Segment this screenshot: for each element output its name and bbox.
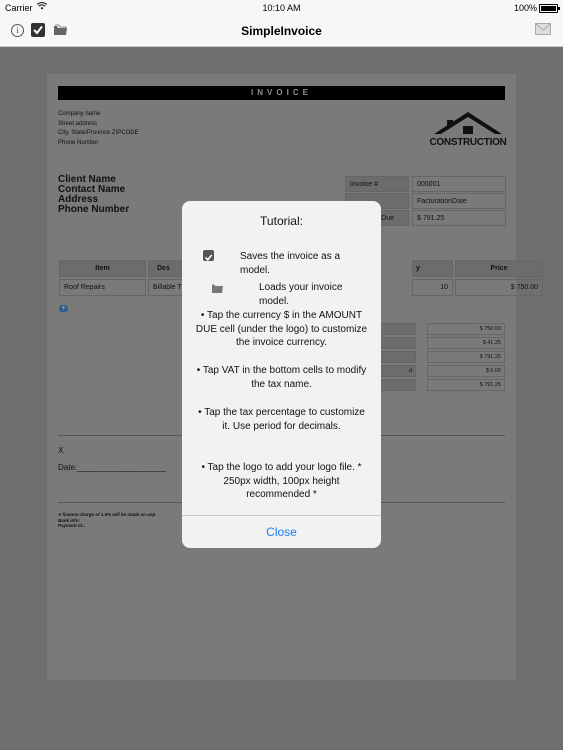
- app-title: SimpleInvoice: [241, 24, 322, 38]
- battery-percent: 100%: [513, 3, 537, 13]
- company-name: Company name: [58, 111, 101, 117]
- company-street: Street address: [58, 120, 98, 127]
- logo-text: CONSTRUCTION: [429, 137, 507, 148]
- house-roof-icon: [434, 112, 502, 134]
- total-value: $ 791.25: [427, 351, 505, 363]
- invoice-banner: INVOICE: [58, 86, 505, 100]
- vat-value[interactable]: $ 41.25: [427, 337, 505, 349]
- footnote[interactable]: A finance charge of 1.5% will be made on…: [58, 512, 155, 529]
- client-info[interactable]: Client Name Contact Name Address Phone N…: [58, 175, 129, 215]
- quantity-cell[interactable]: 10: [412, 279, 453, 296]
- client-phone: Phone Number: [58, 204, 130, 215]
- paid-value[interactable]: $ 0.00: [427, 365, 505, 377]
- company-info[interactable]: Company name Street address City, State/…: [58, 110, 139, 148]
- add-row-button[interactable]: +: [59, 305, 68, 312]
- company-logo[interactable]: CONSTRUCTION: [429, 108, 507, 148]
- item-cell[interactable]: Roof Repairs: [59, 279, 146, 296]
- tutorial-currency-tip: • Tap the currency $ in the AMOUNT DUE c…: [195, 310, 368, 348]
- invoice-number-field[interactable]: 000001: [412, 176, 506, 192]
- status-bar: Carrier 10:10 AM 100%: [0, 0, 563, 16]
- clock: 10:10 AM: [262, 3, 301, 13]
- battery-icon: [539, 4, 560, 13]
- tutorial-tax-tip: • Tap the tax percentage to customize it…: [198, 407, 365, 432]
- dialog-title: Tutorial:: [260, 214, 303, 228]
- subtotal-value: $ 750.00: [427, 323, 505, 335]
- company-city: City, State/Province ZIPCODE: [58, 130, 139, 136]
- invoice-number-label: Invoice #: [345, 176, 409, 192]
- nav-bar: i SimpleInvoice: [0, 16, 563, 47]
- quantity-column-header: y: [412, 260, 453, 277]
- item-column-header: Item: [59, 260, 146, 277]
- balance-value: $ 791.25: [427, 379, 505, 391]
- amount-due-field[interactable]: $ 791.25: [412, 210, 506, 226]
- price-cell[interactable]: $ 750.00: [455, 279, 543, 296]
- tutorial-save-line: Saves the invoice as a model.: [240, 251, 341, 276]
- tutorial-logo-tip: • Tap the logo to add your logo file. * …: [201, 462, 362, 500]
- folder-icon: [211, 281, 224, 299]
- mail-icon[interactable]: [535, 23, 551, 37]
- date-field[interactable]: FacturationDate: [412, 193, 506, 209]
- price-column-header: Price: [455, 260, 543, 277]
- finance-charge-note: A finance charge of 1.5% will be made on…: [58, 512, 156, 517]
- company-phone: Phone Number: [58, 139, 99, 146]
- date-line: Date:____________________: [58, 463, 167, 472]
- payment-id: Payment id.:: [58, 523, 85, 528]
- close-button[interactable]: Close: [182, 516, 381, 548]
- signature-line: X: [58, 446, 64, 455]
- checkbox-icon: [203, 250, 214, 261]
- tutorial-vat-tip: • Tap VAT in the bottom cells to modify …: [196, 365, 367, 390]
- tutorial-load-line: Loads your invoice model.: [259, 282, 343, 307]
- tutorial-dialog: Tutorial: Saves the invoice as a model. …: [182, 201, 381, 548]
